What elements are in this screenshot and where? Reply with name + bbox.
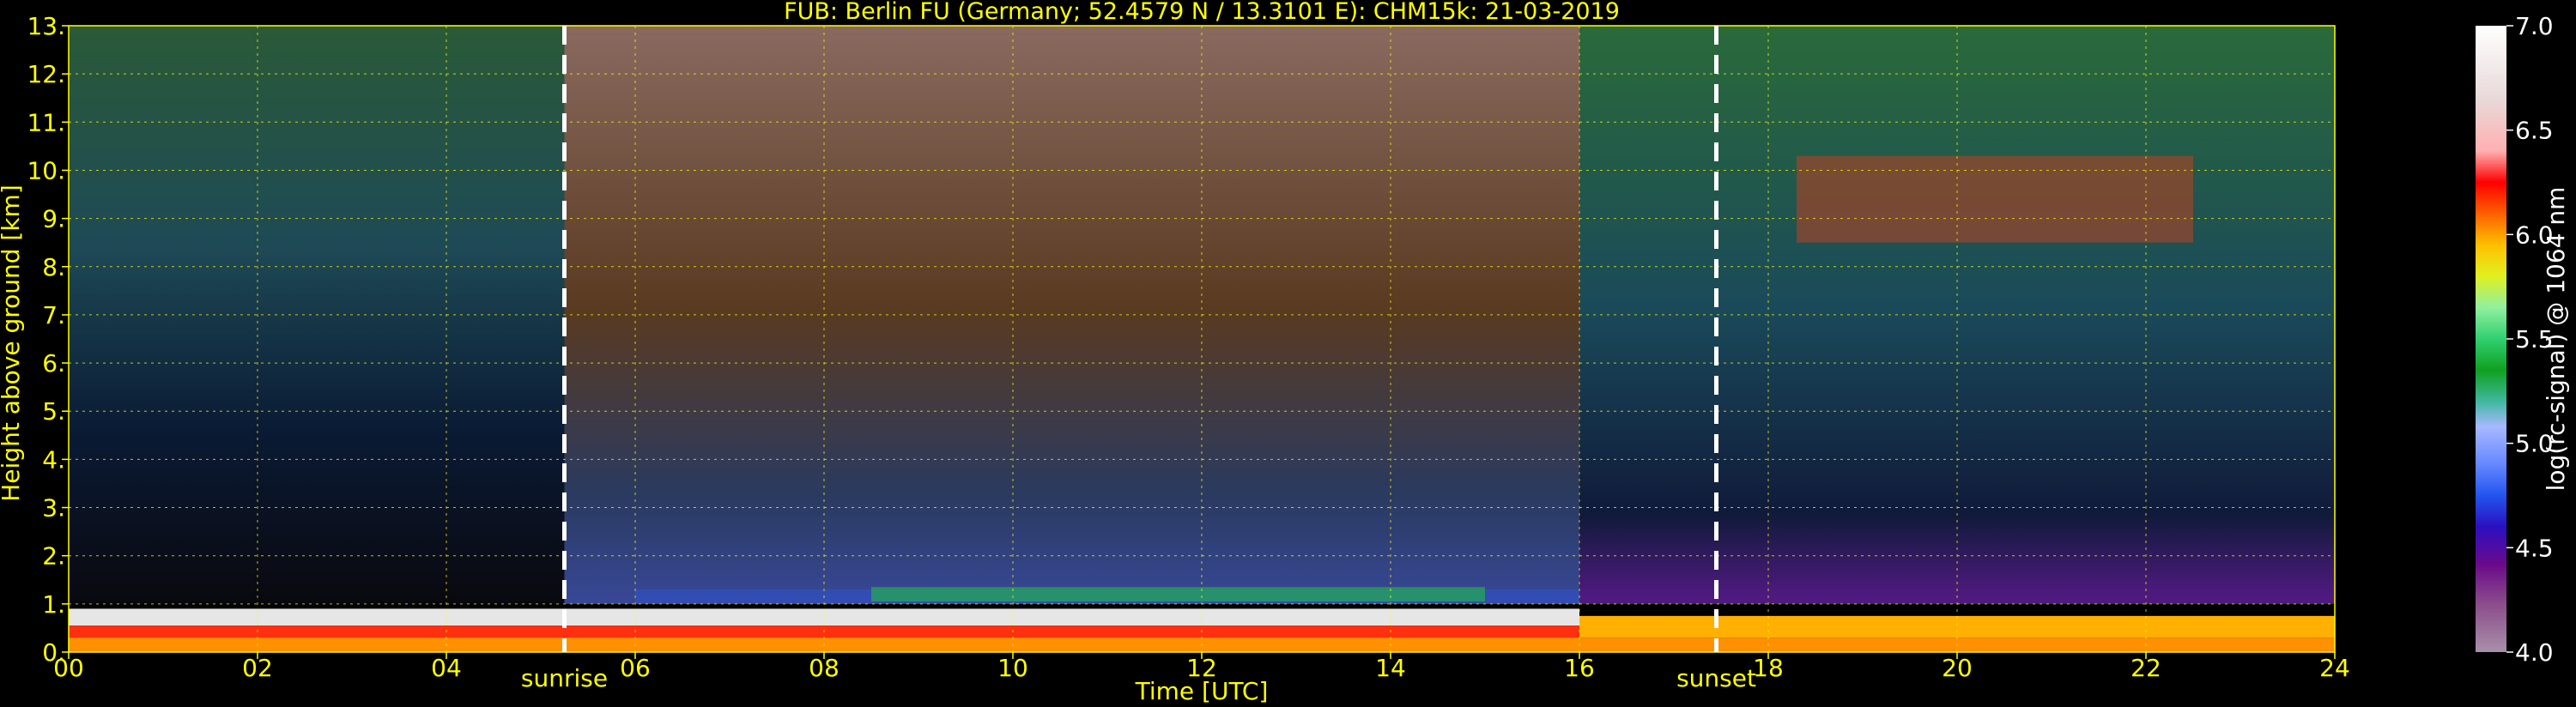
x-tick-label: 24: [2319, 654, 2350, 682]
sunset-label: sunset: [1676, 664, 1756, 692]
y-tick-label: 10.: [27, 156, 65, 184]
y-axis-label: Height above ground [km]: [0, 184, 25, 502]
colorbar-label: log(rc-signal) @ 1064 nm: [2542, 187, 2570, 492]
cirrus-cloud: [1797, 155, 2193, 243]
x-tick-label: 10: [997, 654, 1028, 682]
x-tick-label: 16: [1564, 654, 1595, 682]
colorbar-tick-label: 4.5: [2515, 534, 2554, 562]
y-tick-label: 6.: [42, 349, 65, 378]
y-tick-label: 13.: [27, 12, 65, 40]
y-tick-label: 7.: [42, 301, 65, 329]
y-tick-label: 4.: [42, 445, 65, 474]
y-tick-label: 5.: [42, 397, 65, 426]
x-tick-label: 14: [1375, 654, 1406, 682]
backscatter-field: [69, 26, 2335, 652]
chart-title: FUB: Berlin FU (Germany; 52.4579 N / 13.…: [784, 0, 1620, 25]
y-tick-label: 2.: [42, 542, 65, 571]
x-tick-label: 22: [2131, 654, 2161, 682]
y-tick-label: 8.: [42, 253, 65, 281]
aerosol-green: [871, 587, 1485, 602]
x-axis-label: Time [UTC]: [1135, 677, 1269, 705]
evening-field: [1579, 26, 2335, 652]
y-tick-label: 1.: [42, 590, 65, 619]
y-tick-label: 12.: [27, 60, 65, 88]
colorbar-tick-label: 4.0: [2515, 638, 2554, 667]
bl-evening: [1579, 615, 2335, 638]
y-tick-label: 9.: [42, 205, 65, 233]
colorbar-tick-label: 6.5: [2515, 117, 2554, 145]
x-tick-label: 04: [431, 654, 462, 682]
y-tick-label: 11.: [27, 108, 65, 136]
x-tick-label: 06: [620, 654, 651, 682]
x-tick-label: 18: [1753, 654, 1784, 682]
x-tick-label: 02: [242, 654, 273, 682]
colorbar-tick-label: 7.0: [2515, 12, 2554, 40]
y-tick-label: 3.: [42, 494, 65, 523]
colorbar: [2476, 26, 2506, 652]
sunrise-label: sunrise: [521, 664, 608, 692]
x-tick-label: 20: [1942, 654, 1973, 682]
day-field: [564, 26, 1579, 652]
y-tick-label: 0.: [42, 638, 65, 667]
y-tick-labels: 0. 1. 2. 3. 4. 5. 6. 7. 8. 9. 10. 11. 12. 13.: [27, 12, 69, 667]
x-tick-label: 08: [809, 654, 839, 682]
lidar-chart: sunrise sunset 00 02 04 06 08 10 12 14 16 18 20 22 24…: [0, 0, 2570, 705]
